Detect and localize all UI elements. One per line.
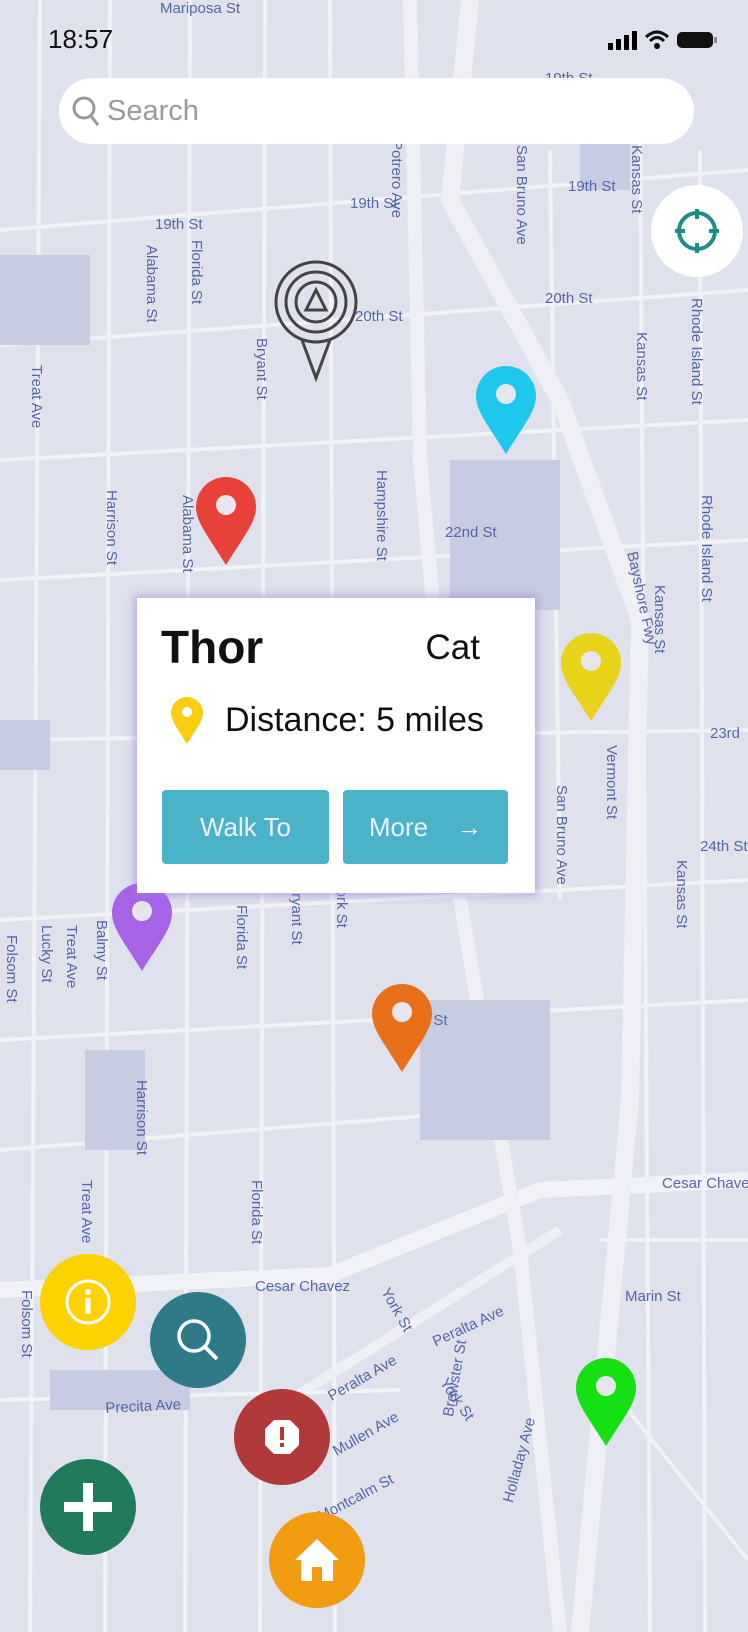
status-icons bbox=[608, 30, 718, 50]
walk-to-button[interactable]: Walk To bbox=[162, 790, 329, 864]
street-label: Hampshire St bbox=[373, 470, 390, 561]
street-label: San Bruno Ave bbox=[553, 785, 570, 885]
street-label: 24th St bbox=[700, 838, 748, 855]
status-time: 18:57 bbox=[48, 24, 114, 54]
street-label: Mariposa St bbox=[160, 0, 241, 17]
signal-icon bbox=[608, 31, 637, 50]
search-input[interactable]: Search bbox=[59, 78, 694, 144]
alert-button[interactable] bbox=[234, 1389, 330, 1485]
plus-icon bbox=[64, 1483, 112, 1531]
pet-map-pin[interactable] bbox=[110, 882, 174, 972]
street-label: Florida St bbox=[248, 1180, 265, 1245]
street-label: 23rd bbox=[710, 725, 741, 742]
street-label: Kansas St bbox=[628, 145, 645, 214]
add-button[interactable] bbox=[40, 1459, 136, 1555]
street-label: Lucky St bbox=[38, 925, 55, 983]
locate-button[interactable] bbox=[651, 185, 743, 277]
pet-map-pin[interactable] bbox=[474, 365, 538, 455]
arrow-right-icon: → bbox=[456, 811, 483, 842]
street-label: 19th St bbox=[155, 216, 203, 233]
street-label: Florida St bbox=[233, 905, 250, 970]
street-label: Harrison St bbox=[133, 1080, 150, 1156]
home-button[interactable] bbox=[269, 1512, 365, 1608]
wifi-icon bbox=[644, 30, 670, 49]
street-label: Folsom St bbox=[18, 1290, 35, 1358]
street-label: San Bruno Ave bbox=[513, 145, 530, 245]
street-label: Marin St bbox=[625, 1288, 681, 1305]
pet-type: Cat bbox=[425, 628, 480, 667]
search-placeholder: Search bbox=[107, 94, 199, 127]
pet-map-pin[interactable] bbox=[370, 983, 434, 1073]
street-label: Treat Ave bbox=[63, 925, 80, 989]
street-label: Kansas St bbox=[633, 332, 650, 401]
crosshair-icon bbox=[675, 209, 719, 253]
street-label: Treat Ave bbox=[28, 365, 45, 429]
pet-map-pin[interactable] bbox=[574, 1357, 638, 1447]
more-label: More bbox=[368, 811, 429, 842]
street-label: Potrero Ave bbox=[388, 140, 405, 219]
street-label: 20th St bbox=[545, 290, 593, 307]
street-label: Vermont St bbox=[603, 745, 620, 820]
street-label: 22nd St bbox=[445, 524, 497, 541]
home-icon bbox=[295, 1539, 339, 1581]
more-button[interactable]: More → bbox=[343, 790, 508, 864]
street-label: Balmy St bbox=[93, 920, 110, 981]
street-label: Rhode Island St bbox=[698, 495, 715, 602]
street-label: Harrison St bbox=[103, 490, 120, 566]
pet-name: Thor bbox=[161, 621, 264, 673]
street-label: Cesar Chavez bbox=[255, 1278, 351, 1295]
search-icon bbox=[72, 96, 100, 126]
battery-icon bbox=[677, 32, 717, 48]
street-label: 19th St bbox=[568, 178, 616, 195]
magnifier-icon bbox=[177, 1319, 219, 1361]
street-label: Florida St bbox=[188, 240, 205, 305]
walk-to-label: Walk To bbox=[199, 811, 292, 842]
distance-text: Distance: 5 miles bbox=[225, 701, 484, 739]
pet-popup-card: Thor Cat Distance: 5 miles Walk To More → bbox=[137, 598, 535, 893]
street-label: Folsom St bbox=[3, 935, 20, 1003]
street-label: Kansas St bbox=[673, 860, 690, 929]
user-location-marker[interactable] bbox=[272, 260, 360, 385]
pet-map-pin[interactable] bbox=[559, 632, 623, 722]
search-button[interactable] bbox=[150, 1292, 246, 1388]
street-label: Cesar Chave bbox=[662, 1175, 748, 1192]
street-label: Bryant St bbox=[253, 338, 270, 400]
pet-map-pin[interactable] bbox=[194, 476, 258, 566]
alert-octagon-icon bbox=[265, 1420, 299, 1454]
street-label: Alabama St bbox=[143, 245, 160, 323]
location-pin-icon bbox=[171, 697, 203, 744]
info-icon bbox=[65, 1279, 111, 1325]
street-label: 20th St bbox=[355, 308, 403, 325]
street-label: Treat Ave bbox=[78, 1180, 95, 1244]
info-button[interactable] bbox=[40, 1254, 136, 1350]
street-label: Rhode Island St bbox=[688, 298, 705, 405]
